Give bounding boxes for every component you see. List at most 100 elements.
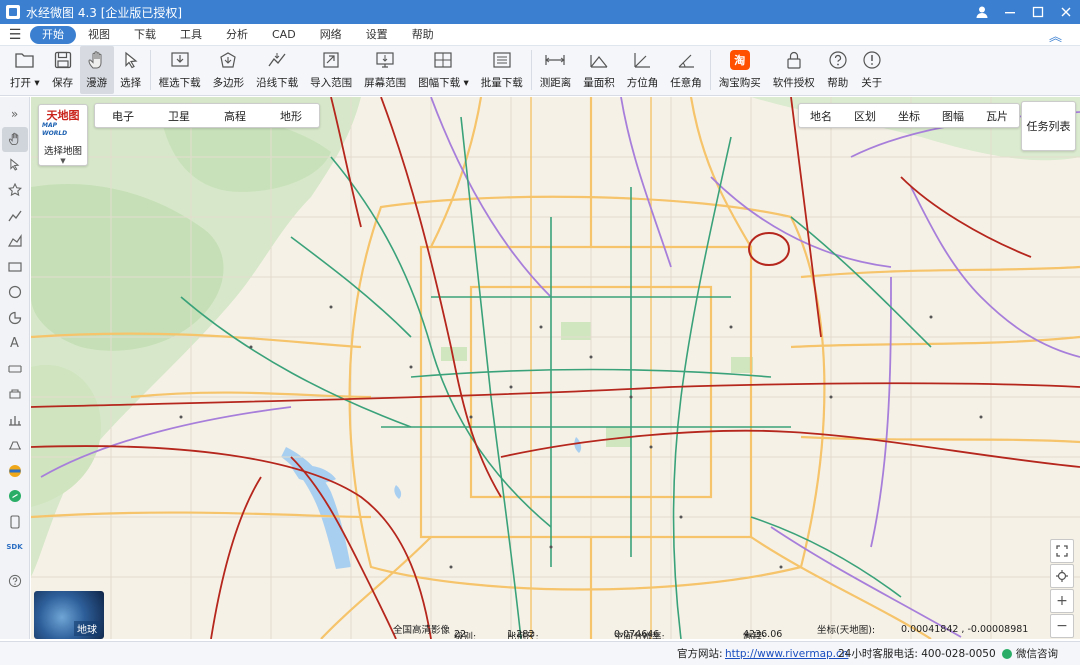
text-tool-icon[interactable]: A — [2, 331, 28, 357]
menu-start[interactable]: 开始 — [30, 25, 76, 44]
help-label: 帮助 — [827, 77, 849, 89]
hamburger-menu-icon[interactable]: ☰ — [0, 27, 30, 43]
taobao-buy-button[interactable]: 淘 淘宝购买 — [713, 46, 767, 94]
website-link[interactable]: http://www.rivermap.cn — [725, 648, 848, 660]
box-download-button[interactable]: 框选下载 — [153, 46, 207, 94]
draw-rectangle-icon[interactable] — [2, 254, 28, 280]
azimuth-icon — [631, 49, 653, 71]
task-list-button[interactable]: 任务列表 — [1021, 101, 1076, 151]
draw-circle-icon[interactable] — [2, 280, 28, 306]
status-level: 22 — [454, 629, 467, 639]
screen-range-label: 屏幕范围 — [364, 77, 407, 89]
map-source-selector[interactable]: 天地图 MAP WORLD 选择地图 ▼ — [38, 104, 88, 166]
status-scale: 1:282 — [507, 629, 535, 639]
polygon-label: 多边形 — [212, 77, 245, 89]
help-button[interactable]: 帮助 — [821, 46, 855, 94]
import-range-button[interactable]: 导入范围 — [304, 46, 358, 94]
polyline-download-label: 沿线下载 — [256, 77, 299, 89]
map-canvas[interactable]: 天地图 MAP WORLD 选择地图 ▼ 电子 卫星 高程 地形 地名 区划 坐… — [31, 97, 1080, 639]
menu-download[interactable]: 下载 — [122, 26, 168, 44]
ribbon-toolbar: 打开 ▾ 保存 漫游 选择 框选下载 多边形 沿线下载 导入范围 屏幕范围 图幅… — [0, 46, 1080, 96]
hand-pan-icon[interactable] — [1, 126, 28, 152]
overlay-tab-districts[interactable]: 区划 — [843, 108, 887, 124]
status-elevation: 4236.06 — [743, 629, 783, 639]
save-button[interactable]: 保存 — [46, 46, 80, 94]
select-button[interactable]: 选择 — [114, 46, 148, 94]
link-icon[interactable] — [2, 484, 28, 510]
info-icon — [861, 49, 883, 71]
draw-area-icon[interactable] — [2, 229, 28, 255]
sheet-download-button[interactable]: 图幅下载 ▾ — [412, 46, 475, 94]
menu-tools[interactable]: 工具 — [168, 26, 214, 44]
select-label: 选择 — [120, 77, 142, 89]
polyline-download-button[interactable]: 沿线下载 — [250, 46, 304, 94]
road-tool-icon[interactable] — [2, 356, 28, 382]
menu-help[interactable]: 帮助 — [400, 26, 446, 44]
draw-line-icon[interactable] — [2, 203, 28, 229]
maximize-icon[interactable] — [1024, 0, 1052, 24]
license-button[interactable]: 软件授权 — [767, 46, 821, 94]
menu-settings[interactable]: 设置 — [354, 26, 400, 44]
measure-distance-label: 测距离 — [539, 77, 572, 89]
phone-icon[interactable] — [2, 509, 28, 535]
measure-area-button[interactable]: 量面积 — [577, 46, 621, 94]
layer-tab-satellite[interactable]: 卫星 — [151, 108, 207, 124]
fullscreen-icon[interactable] — [1050, 539, 1074, 563]
app-logo-icon — [6, 5, 20, 19]
about-button[interactable]: 关于 — [855, 46, 889, 94]
hotline-number: 400-028-0050 — [921, 648, 996, 660]
close-icon[interactable] — [1052, 0, 1080, 24]
bottom-status-bar: 官方网站: http://www.rivermap.cn 24小时客服电话: 4… — [0, 641, 1080, 665]
map-tiles — [31, 97, 1080, 639]
pan-button[interactable]: 漫游 — [79, 46, 114, 94]
menu-cad[interactable]: CAD — [260, 26, 308, 44]
zoom-in-icon[interactable]: + — [1050, 589, 1074, 613]
marker-tool-icon[interactable] — [2, 178, 28, 204]
overlay-tabs: 地名 区划 坐标 图幅 瓦片 — [798, 103, 1020, 128]
azimuth-button[interactable]: 方位角 — [621, 46, 665, 94]
measure-distance-button[interactable]: 测距离 — [534, 46, 578, 94]
open-button[interactable]: 打开 ▾ — [4, 46, 46, 94]
window-title: 水经微图 4.3 [企业版已授权] — [26, 5, 183, 20]
lock-icon — [783, 49, 805, 71]
draw-sector-icon[interactable] — [2, 305, 28, 331]
overlay-tab-tiles[interactable]: 瓦片 — [975, 108, 1019, 124]
menu-bar: ☰ 开始 视图 下载 工具 分析 CAD 网络 设置 帮助 ︽ — [0, 24, 1080, 46]
status-coords: 0.00041842 , -0.00008981 — [901, 623, 1029, 635]
chart-tool-icon[interactable] — [2, 407, 28, 433]
box-download-label: 框选下载 — [158, 77, 201, 89]
user-icon[interactable] — [968, 0, 996, 24]
batch-download-label: 批量下载 — [480, 77, 523, 89]
menu-analysis[interactable]: 分析 — [214, 26, 260, 44]
overlay-tab-coordinates[interactable]: 坐标 — [887, 108, 931, 124]
batch-download-button[interactable]: 批量下载 — [475, 46, 529, 94]
layer-tab-electronic[interactable]: 电子 — [95, 108, 151, 124]
overlay-tab-sheets[interactable]: 图幅 — [931, 108, 975, 124]
help-icon[interactable] — [2, 568, 28, 594]
measure-area-icon — [588, 49, 610, 71]
collapse-ribbon-icon[interactable]: ︽ — [1049, 26, 1062, 45]
print-tool-icon[interactable] — [2, 433, 28, 459]
polyline-download-icon — [266, 49, 288, 71]
menu-network[interactable]: 网络 — [308, 26, 354, 44]
screen-range-button[interactable]: 屏幕范围 — [358, 46, 412, 94]
expand-sidebar-icon[interactable]: » — [2, 101, 28, 127]
menu-view[interactable]: 视图 — [76, 26, 122, 44]
screen-range-icon — [374, 49, 396, 71]
locate-icon[interactable] — [1050, 564, 1074, 588]
overlay-tab-placenames[interactable]: 地名 — [799, 108, 843, 124]
layer-tab-elevation[interactable]: 高程 — [207, 108, 263, 124]
sdk-icon[interactable]: SDK — [2, 535, 28, 561]
polygon-button[interactable]: 多边形 — [207, 46, 251, 94]
import-range-label: 导入范围 — [310, 77, 353, 89]
help-icon — [827, 49, 849, 71]
title-bar: 水经微图 4.3 [企业版已授权] — [0, 0, 1080, 24]
cursor-select-icon[interactable] — [2, 152, 28, 178]
layer-tool-icon[interactable] — [2, 382, 28, 408]
wechat-consult-button[interactable]: 微信咨询 — [1002, 646, 1058, 661]
any-angle-button[interactable]: 任意角 — [664, 46, 708, 94]
app-logo-icon[interactable] — [2, 458, 28, 484]
minimize-icon[interactable] — [996, 0, 1024, 24]
polygon-icon — [217, 49, 239, 71]
layer-tab-terrain[interactable]: 地形 — [263, 108, 319, 124]
